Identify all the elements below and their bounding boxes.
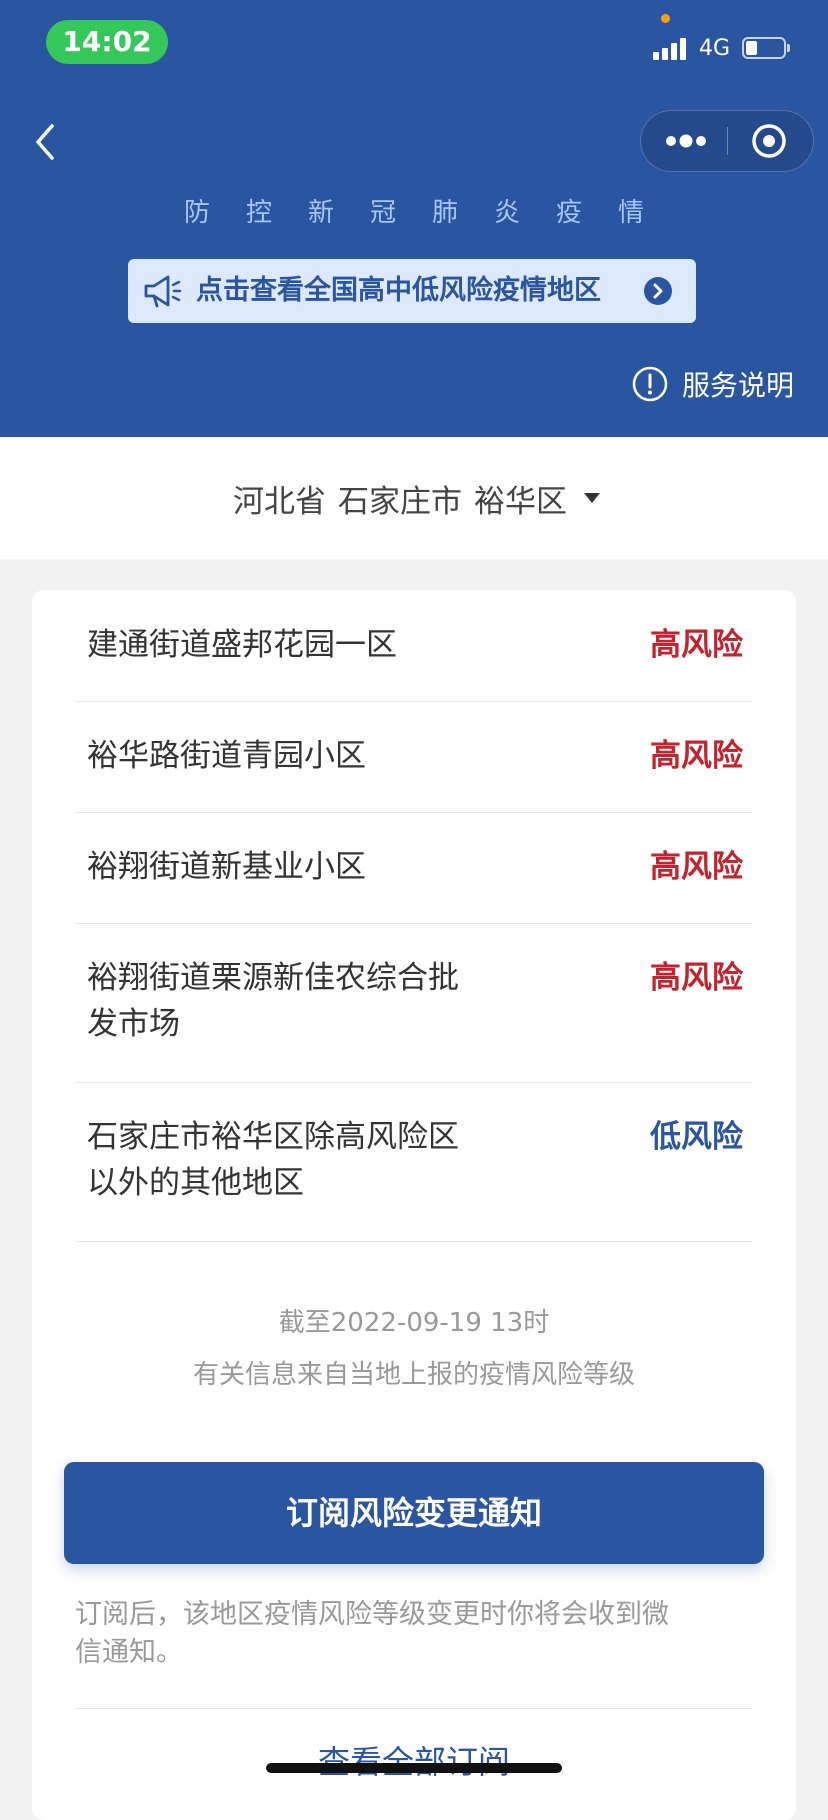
data-source-text: 有关信息来自当地上报的疫情风险等级 xyxy=(192,1360,635,1390)
risk-areas-notice-banner[interactable]: 点击查看全国高中低风险疫情地区 xyxy=(128,259,696,323)
divider xyxy=(75,1708,753,1709)
area-name: 裕翔街道新基业小区 xyxy=(87,849,366,885)
area-row: 裕翔街道新基业小区 高风险 xyxy=(75,812,753,924)
title-char: 情 xyxy=(617,198,644,228)
battery-icon xyxy=(742,37,790,59)
area-name: 石家庄市裕华区除高风险区 以外的其他地区 xyxy=(87,1119,459,1201)
home-indicator[interactable] xyxy=(266,1763,562,1773)
privacy-indicator-dot xyxy=(661,14,670,23)
status-time: 14:02 xyxy=(46,20,168,64)
title-char: 冠 xyxy=(369,198,396,228)
header: 14:02 4G 防 控 新 冠 肺 炎 疫 情 点击查看全国高中低风险疫情地区 服务说明 xyxy=(0,0,828,437)
region-province: 河北省 xyxy=(233,483,326,520)
service-description-label: 服务说明 xyxy=(681,369,794,402)
region-district: 裕华区 xyxy=(474,483,567,520)
risk-level-badge: 低风险 xyxy=(650,1119,743,1155)
area-name: 建通街道盛邦花园一区 xyxy=(87,627,397,663)
mini-program-capsule xyxy=(640,110,814,172)
risk-level-badge: 高风险 xyxy=(650,627,743,663)
subscribe-risk-change-button[interactable]: 订阅风险变更通知 xyxy=(64,1462,764,1564)
subscribe-description: 订阅后，该地区疫情风险等级变更时你将会收到微 信通知。 xyxy=(75,1599,669,1668)
area-row: 裕华路街道青园小区 高风险 xyxy=(75,701,753,813)
more-button[interactable] xyxy=(641,111,727,171)
title-char: 新 xyxy=(307,198,334,228)
network-type: 4G xyxy=(699,36,731,61)
capsule-divider xyxy=(727,127,728,155)
more-dots-icon xyxy=(666,134,706,148)
risk-areas-card: 建通街道盛邦花园一区 高风险 裕华路街道青园小区 高风险 裕翔街道新基业小区 高… xyxy=(32,590,796,1820)
risk-level-badge: 高风险 xyxy=(650,738,743,774)
title-char: 肺 xyxy=(431,198,458,228)
signal-icon xyxy=(653,36,691,60)
view-all-subscriptions-link[interactable]: 查看全部订阅 xyxy=(32,1740,796,1784)
notice-text: 点击查看全国高中低风险疫情地区 xyxy=(196,275,601,306)
area-name: 裕翔街道栗源新佳农综合批 发市场 xyxy=(87,960,459,1042)
area-row: 建通街道盛邦花园一区 高风险 xyxy=(75,590,753,702)
chevron-right-circle-icon xyxy=(644,277,672,305)
risk-level-badge: 高风险 xyxy=(650,849,743,885)
area-row: 石家庄市裕华区除高风险区 以外的其他地区 低风险 xyxy=(75,1082,753,1242)
risk-level-badge: 高风险 xyxy=(650,960,743,996)
info-circle-icon xyxy=(632,366,668,402)
megaphone-icon xyxy=(144,275,182,308)
area-row: 裕翔街道栗源新佳农综合批 发市场 高风险 xyxy=(75,923,753,1083)
page-title: 防控新冠肺炎疫情 xyxy=(0,196,828,230)
title-char: 疫 xyxy=(555,198,582,228)
data-as-of-text: 截至2022-09-19 13时 xyxy=(278,1308,550,1338)
chevron-left-icon xyxy=(36,124,54,160)
area-name: 裕华路街道青园小区 xyxy=(87,738,366,774)
title-char: 炎 xyxy=(493,198,520,228)
mini-program-close-icon xyxy=(752,124,786,158)
title-char: 控 xyxy=(245,198,272,228)
title-char: 防 xyxy=(183,198,210,228)
back-button[interactable] xyxy=(28,116,68,168)
region-selector[interactable]: 河北省 石家庄市 裕华区 xyxy=(0,437,828,559)
service-description-link[interactable]: 服务说明 xyxy=(632,364,794,404)
region-city: 石家庄市 xyxy=(338,483,462,520)
caret-down-icon xyxy=(584,493,600,503)
close-mini-program-button[interactable] xyxy=(729,111,813,171)
region-selector-bar: 河北省 石家庄市 裕华区 xyxy=(0,437,828,559)
